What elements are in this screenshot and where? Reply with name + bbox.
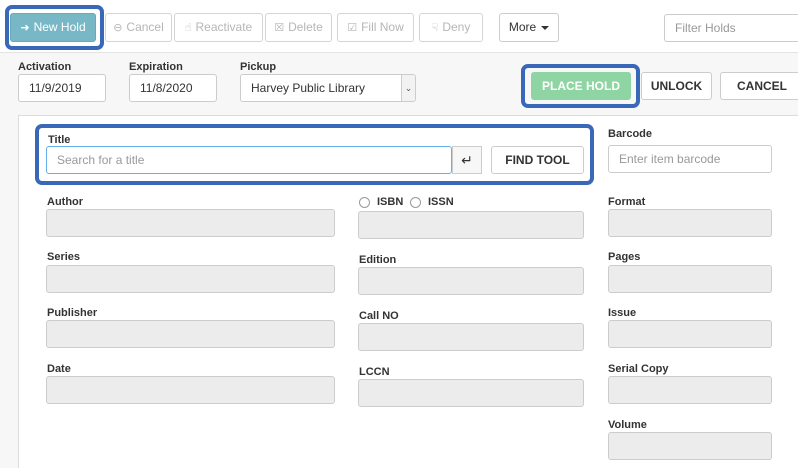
- pickup-select[interactable]: Harvey Public Library ⌄: [240, 74, 416, 102]
- cancel-button[interactable]: ⊖ Cancel: [105, 13, 172, 42]
- issn-label: ISSN: [428, 196, 454, 208]
- title-search-input[interactable]: [46, 146, 452, 174]
- caret-down-icon: [541, 25, 550, 30]
- fill-now-label: Fill Now: [361, 20, 404, 34]
- call-no-field: [358, 323, 584, 351]
- isbn-issn-field: [358, 211, 584, 239]
- format-field: [608, 209, 772, 237]
- reactivate-label: Reactivate: [195, 20, 253, 34]
- activation-date-field[interactable]: 11/9/2019: [18, 74, 106, 102]
- serial-copy-field: [608, 376, 772, 404]
- volume-label: Volume: [608, 419, 647, 431]
- expiration-label: Expiration: [129, 61, 183, 73]
- author-field: [46, 209, 335, 237]
- find-tool-button[interactable]: FIND TOOL: [491, 146, 584, 174]
- date-field: [46, 376, 335, 404]
- format-label: Format: [608, 196, 646, 208]
- series-field: [46, 265, 335, 293]
- deny-button[interactable]: ☟ Deny: [419, 13, 483, 42]
- lccn-field: [358, 379, 584, 407]
- more-label: More: [508, 20, 537, 34]
- delete-label: Delete: [288, 20, 323, 34]
- cancel-hold-button[interactable]: CANCEL: [720, 72, 798, 100]
- unlock-button[interactable]: UNLOCK: [641, 72, 712, 100]
- lccn-label: LCCN: [359, 366, 390, 378]
- edition-label: Edition: [359, 254, 397, 266]
- check-square-icon: ☑: [347, 22, 358, 34]
- place-hold-button[interactable]: PLACE HOLD: [531, 72, 631, 100]
- expiration-date-field[interactable]: 11/8/2020: [129, 74, 217, 102]
- pages-field: [608, 265, 772, 293]
- barcode-label: Barcode: [608, 128, 653, 140]
- issue-field: [608, 320, 772, 348]
- fill-now-button[interactable]: ☑ Fill Now: [337, 13, 414, 42]
- new-hold-label: New Hold: [33, 20, 86, 34]
- barcode-input[interactable]: [608, 145, 772, 173]
- filter-holds-input[interactable]: [664, 14, 798, 42]
- serial-copy-label: Serial Copy: [608, 363, 669, 375]
- delete-button[interactable]: ☒ Delete: [265, 13, 332, 42]
- activation-label: Activation: [18, 61, 72, 73]
- isbn-radio[interactable]: [359, 197, 370, 208]
- select-arrow-icon: ⌄: [401, 75, 415, 101]
- sign-in-icon: ➜: [20, 22, 30, 34]
- pages-label: Pages: [608, 251, 641, 263]
- reactivate-button[interactable]: ☝ Reactivate: [174, 13, 263, 42]
- issue-label: Issue: [608, 307, 637, 319]
- new-hold-button[interactable]: ➜ New Hold: [10, 13, 96, 42]
- cancel-label: Cancel: [126, 20, 164, 34]
- trash-icon: ☒: [274, 22, 285, 34]
- volume-field: [608, 432, 772, 460]
- date-label: Date: [47, 363, 71, 375]
- more-dropdown[interactable]: More: [499, 13, 559, 42]
- isbn-label: ISBN: [377, 196, 404, 208]
- call-no-label: Call NO: [359, 310, 399, 322]
- publisher-label: Publisher: [47, 307, 98, 319]
- series-label: Series: [47, 251, 81, 263]
- issn-radio[interactable]: [410, 197, 421, 208]
- deny-label: Deny: [442, 20, 471, 34]
- thumbs-down-icon: ☟: [431, 22, 439, 34]
- title-label: Title: [48, 134, 71, 146]
- edition-field: [358, 267, 584, 295]
- toolbar: ➜ New Hold ⊖ Cancel ☝ Reactivate ☒ Delete ☑ F…: [0, 0, 798, 52]
- pickup-label: Pickup: [240, 61, 277, 73]
- pickup-selected-value: Harvey Public Library: [251, 81, 366, 95]
- publisher-field: [46, 320, 335, 348]
- thumbs-up-icon: ☝: [184, 22, 192, 34]
- enter-return-icon[interactable]: ↵: [452, 146, 482, 174]
- author-label: Author: [47, 196, 84, 208]
- minus-circle-icon: ⊖: [113, 22, 123, 34]
